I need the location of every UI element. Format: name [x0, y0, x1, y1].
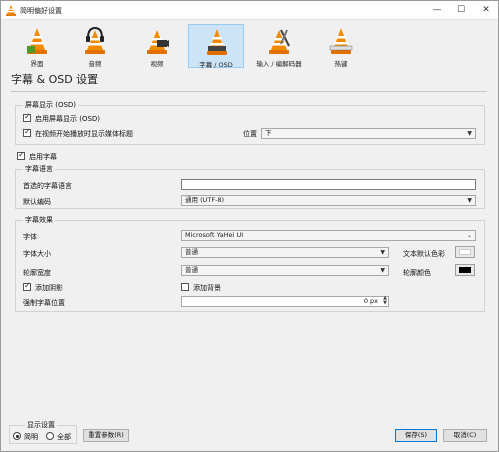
tab-input-codecs[interactable]: 输入 / 编解码器	[251, 24, 307, 68]
font-select[interactable]: Microsoft YaHei UI ⌄	[181, 230, 476, 241]
outline-width-value: 普通	[185, 266, 198, 274]
close-button[interactable]: ✕	[474, 1, 498, 20]
spin-arrows-icon[interactable]: ▲ ▼	[383, 296, 387, 306]
enable-osd-checkbox[interactable]	[23, 112, 31, 122]
add-shadow-label: 添加阴影	[35, 284, 63, 292]
add-shadow-checkbox[interactable]	[23, 281, 31, 291]
vlc-cone-icon	[6, 5, 16, 16]
osd-group	[15, 105, 485, 145]
cone-codec-icon	[269, 29, 290, 54]
cancel-button[interactable]: 取消(C)	[443, 429, 487, 442]
default-encoding-select[interactable]: 通用 (UTF-8) ▼	[181, 195, 476, 206]
chevron-down-icon: ▼	[380, 249, 385, 256]
header-divider	[11, 91, 487, 92]
show-media-title-label: 在视频开始播放时显示媒体标题	[35, 130, 133, 138]
add-background-checkbox[interactable]	[181, 283, 189, 291]
outline-width-label: 轮廓宽度	[23, 269, 51, 277]
tab-interface[interactable]: 界面	[9, 24, 65, 68]
page-title: 字幕 & OSD 设置	[11, 73, 99, 86]
save-button[interactable]: 保存(S)	[395, 429, 437, 442]
chevron-down-icon: ⌄	[466, 232, 472, 239]
outline-color-button[interactable]	[455, 264, 475, 276]
chevron-down-icon: ▼	[467, 197, 472, 204]
tab-subtitles-osd-label: 字幕 / OSD	[199, 61, 233, 69]
simple-label: 简明	[24, 433, 38, 441]
minimize-button[interactable]: —	[425, 1, 449, 20]
tab-audio-label: 音频	[88, 60, 102, 68]
subtitle-effects-group-title: 字幕效果	[23, 215, 55, 225]
cone-video-icon	[147, 30, 169, 54]
enable-subtitles-label: 启用字幕	[29, 153, 57, 161]
subtitle-language-group-title: 字幕语言	[23, 164, 55, 174]
title-bar: 简明偏好设置 — ☐ ✕	[1, 1, 498, 20]
tab-hotkeys[interactable]: 热键	[313, 24, 369, 68]
position-select[interactable]: 下 ▼	[261, 128, 476, 139]
font-size-value: 普通	[185, 248, 198, 256]
tab-interface-label: 界面	[30, 60, 44, 68]
force-position-spinbox[interactable]: 0 px ▲ ▼	[181, 296, 389, 307]
cone-interface-icon	[27, 28, 47, 54]
tab-input-codecs-label: 输入 / 编解码器	[256, 60, 302, 68]
preferred-language-input[interactable]	[181, 179, 476, 190]
font-label: 字体	[23, 233, 37, 241]
simple-radio[interactable]	[13, 432, 21, 440]
font-select-value: Microsoft YaHei UI	[185, 231, 244, 239]
force-position-label: 强制字幕位置	[23, 299, 65, 307]
reset-button[interactable]: 重置参数(R)	[83, 429, 129, 442]
outline-color-swatch	[459, 267, 471, 273]
tab-hotkeys-label: 热键	[334, 60, 348, 68]
cone-hotkeys-icon	[329, 28, 353, 54]
maximize-button[interactable]: ☐	[449, 1, 473, 20]
add-background-label: 添加背景	[193, 284, 221, 292]
font-size-label: 字体大小	[23, 250, 51, 258]
osd-group-title: 屏幕显示 (OSD)	[23, 100, 79, 110]
enable-osd-label: 启用屏幕显示 (OSD)	[35, 115, 101, 123]
outline-width-select[interactable]: 普通 ▼	[181, 265, 389, 276]
position-select-value: 下	[265, 129, 272, 137]
outline-color-label: 轮廓颜色	[403, 269, 431, 277]
text-color-swatch	[459, 249, 471, 255]
enable-subtitles-checkbox[interactable]	[17, 150, 25, 160]
show-media-title-checkbox[interactable]	[23, 127, 31, 137]
all-label: 全部	[57, 433, 71, 441]
category-toolbar: 界面 音频 视频 字幕 / OSD 输入 / 编解码器 热键	[1, 21, 498, 69]
text-color-button[interactable]	[455, 246, 475, 258]
font-size-select[interactable]: 普通 ▼	[181, 247, 389, 258]
default-encoding-label: 默认编码	[23, 198, 51, 206]
tab-subtitles-osd[interactable]: 字幕 / OSD	[188, 24, 244, 69]
preferred-language-label: 首选的字幕语言	[23, 182, 72, 190]
default-encoding-value: 通用 (UTF-8)	[185, 196, 225, 204]
tab-video-label: 视频	[150, 60, 164, 68]
cone-headphones-icon	[85, 26, 105, 54]
chevron-down-icon: ▼	[467, 130, 472, 137]
position-label: 位置	[243, 130, 257, 138]
preferences-window: 简明偏好设置 — ☐ ✕ 界面 音频 视频 字幕 / OSD 输入 / 编解码器…	[0, 0, 499, 452]
tab-video[interactable]: 视频	[129, 24, 185, 68]
window-title: 简明偏好设置	[20, 7, 62, 15]
show-settings-title: 显示设置	[25, 420, 57, 430]
force-position-value: 0 px	[363, 297, 378, 305]
text-color-label: 文本默认色彩	[403, 250, 445, 258]
chevron-down-icon: ▼	[380, 267, 385, 274]
all-radio[interactable]	[46, 432, 54, 440]
cone-subtitles-icon	[207, 29, 227, 55]
tab-audio[interactable]: 音频	[67, 24, 123, 68]
